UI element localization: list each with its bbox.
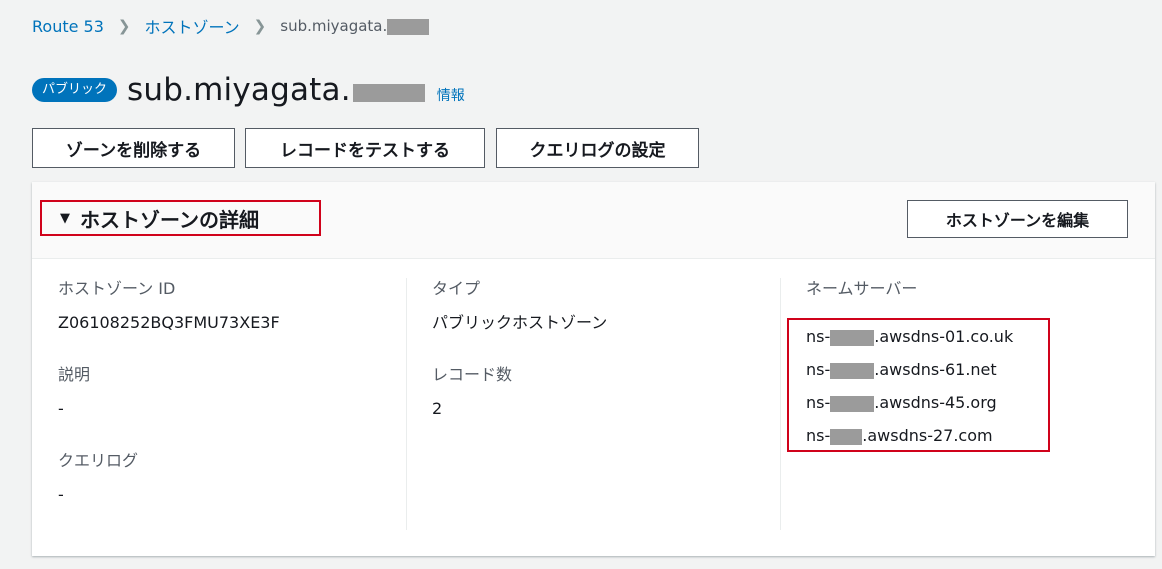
ns-suffix: .awsdns-45.org (874, 393, 997, 412)
column-divider (780, 278, 781, 530)
ns-suffix: .awsdns-01.co.uk (874, 327, 1014, 346)
type-label: タイプ (432, 279, 481, 298)
public-badge: パブリック (32, 78, 118, 102)
redacted-block (352, 84, 425, 102)
ns-suffix: .awsdns-27.com (862, 426, 993, 445)
type-value: パブリックホストゾーン (432, 313, 608, 332)
record-count-value: 2 (432, 399, 443, 418)
ns-prefix: ns- (806, 426, 831, 445)
section-title: ホストゾーンの詳細 (80, 207, 259, 232)
name-server-item: ns- .awsdns-61.net (806, 359, 1013, 381)
query-log-settings-button[interactable]: クエリログの設定 (496, 128, 699, 168)
hosted-zone-id-label: ホストゾーン ID (58, 279, 176, 298)
details-section-toggle[interactable]: ▼ ホストゾーンの詳細 (40, 200, 321, 236)
page-title-row: パブリック sub.miyagata. 情報 (32, 70, 465, 110)
hosted-zone-details-panel: ▼ ホストゾーンの詳細 ホストゾーンを編集 ホストゾーン ID Z0610825… (32, 182, 1155, 556)
name-server-item: ns- .awsdns-27.com (806, 425, 1013, 447)
breadcrumb-current: sub.miyagata. (280, 17, 430, 35)
details-column-3: ネームサーバー (806, 278, 917, 300)
info-link[interactable]: 情報 (437, 85, 465, 105)
query-log-label: クエリログ (58, 451, 139, 470)
ns-prefix: ns- (806, 360, 831, 379)
caret-down-icon: ▼ (60, 210, 70, 226)
chevron-right-icon: ❯ (117, 17, 131, 35)
page-title: sub.miyagata. (127, 72, 351, 108)
redacted-block (387, 18, 430, 35)
delete-zone-button[interactable]: ゾーンを削除する (32, 128, 235, 168)
name-server-item: ns- .awsdns-45.org (806, 392, 1013, 414)
page-title-text: sub.miyagata. (127, 72, 351, 108)
name-servers-label: ネームサーバー (806, 279, 918, 298)
query-log-value: - (58, 485, 64, 504)
ns-suffix: .awsdns-61.net (874, 360, 997, 379)
ns-prefix: ns- (806, 327, 831, 346)
name-servers-list: ns- .awsdns-01.co.uk ns- .awsdns-61.net ns… (806, 326, 1013, 458)
description-value: - (58, 399, 64, 418)
details-column-1: ホストゾーン ID Z06108252BQ3FMU73XE3F 説明 - クエリ… (58, 278, 280, 536)
redacted-block (830, 395, 875, 412)
panel-header: ▼ ホストゾーンの詳細 ホストゾーンを編集 (32, 182, 1155, 259)
redacted-block (830, 428, 863, 445)
column-divider (406, 278, 407, 530)
name-server-item: ns- .awsdns-01.co.uk (806, 326, 1013, 348)
ns-prefix: ns- (806, 393, 831, 412)
breadcrumb-hosted-zones-link[interactable]: ホストゾーン (144, 14, 239, 38)
details-column-2: タイプ パブリックホストゾーン レコード数 2 (432, 278, 607, 450)
breadcrumb: Route 53 ❯ ホストゾーン ❯ sub.miyagata. (32, 14, 430, 38)
breadcrumb-route53-link[interactable]: Route 53 (32, 17, 104, 36)
edit-hosted-zone-button[interactable]: ホストゾーンを編集 (907, 200, 1128, 238)
breadcrumb-current-label: sub.miyagata. (280, 17, 388, 35)
redacted-block (830, 329, 875, 346)
redacted-block (830, 362, 875, 379)
test-record-button[interactable]: レコードをテストする (245, 128, 485, 168)
hosted-zone-id-value: Z06108252BQ3FMU73XE3F (58, 313, 280, 332)
description-label: 説明 (58, 365, 91, 384)
record-count-label: レコード数 (432, 365, 513, 384)
chevron-right-icon: ❯ (253, 17, 267, 35)
